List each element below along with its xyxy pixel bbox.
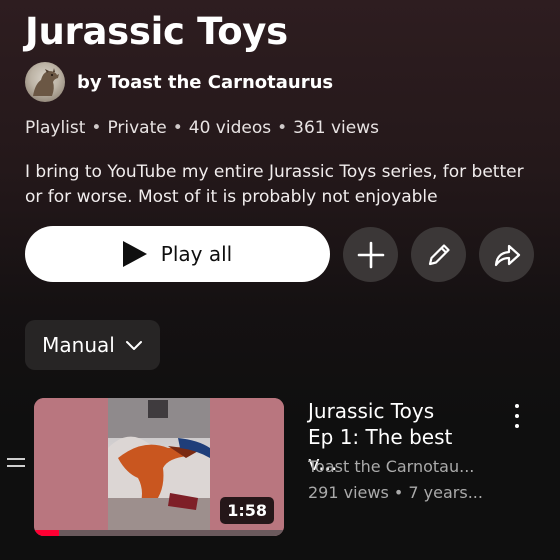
watch-progress-track [34,530,284,536]
chevron-down-icon [125,341,142,350]
view-count: 361 views [293,118,379,138]
video-title-line1: Jurassic Toys [308,399,435,423]
separator: • [277,118,288,138]
sort-selected-label: Manual [42,333,115,357]
video-stats: 291 views • 7 years... [308,483,483,502]
video-count: 40 videos [188,118,272,138]
playlist-meta: Playlist • Private • 40 videos • 361 vie… [25,118,379,138]
privacy-status: Private [107,118,167,138]
separator: • [172,118,183,138]
playlist-title: Jurassic Toys [25,10,288,53]
duration-badge: 1:58 [220,497,274,524]
more-options-icon[interactable] [510,404,524,428]
video-thumbnail[interactable]: 1:58 [34,398,284,536]
playlist-description[interactable]: I bring to YouTube my entire Jurassic To… [25,160,535,210]
pencil-icon [428,243,450,265]
plus-icon [357,241,384,268]
share-button[interactable] [479,227,534,282]
drag-handle-icon[interactable] [7,458,25,472]
play-icon [122,241,147,267]
list-item[interactable]: 1:58 Jurassic Toys Ep 1: The best v... T… [0,396,560,546]
carnotaurus-avatar-icon [33,68,59,96]
add-to-library-button[interactable] [343,227,398,282]
thumbnail-image [108,398,210,536]
play-all-button[interactable]: Play all [25,226,330,282]
avatar[interactable] [25,62,65,102]
video-channel: Toast the Carnotau... [308,457,475,476]
watch-progress-fill [34,530,59,536]
edit-playlist-button[interactable] [411,227,466,282]
author-name[interactable]: by Toast the Carnotaurus [77,72,333,93]
sort-dropdown[interactable]: Manual [25,320,160,370]
playlist-type: Playlist [25,118,86,138]
separator: • [91,118,102,138]
play-all-label: Play all [160,242,233,266]
author-row[interactable]: by Toast the Carnotaurus [25,62,333,102]
share-arrow-icon [494,244,520,266]
